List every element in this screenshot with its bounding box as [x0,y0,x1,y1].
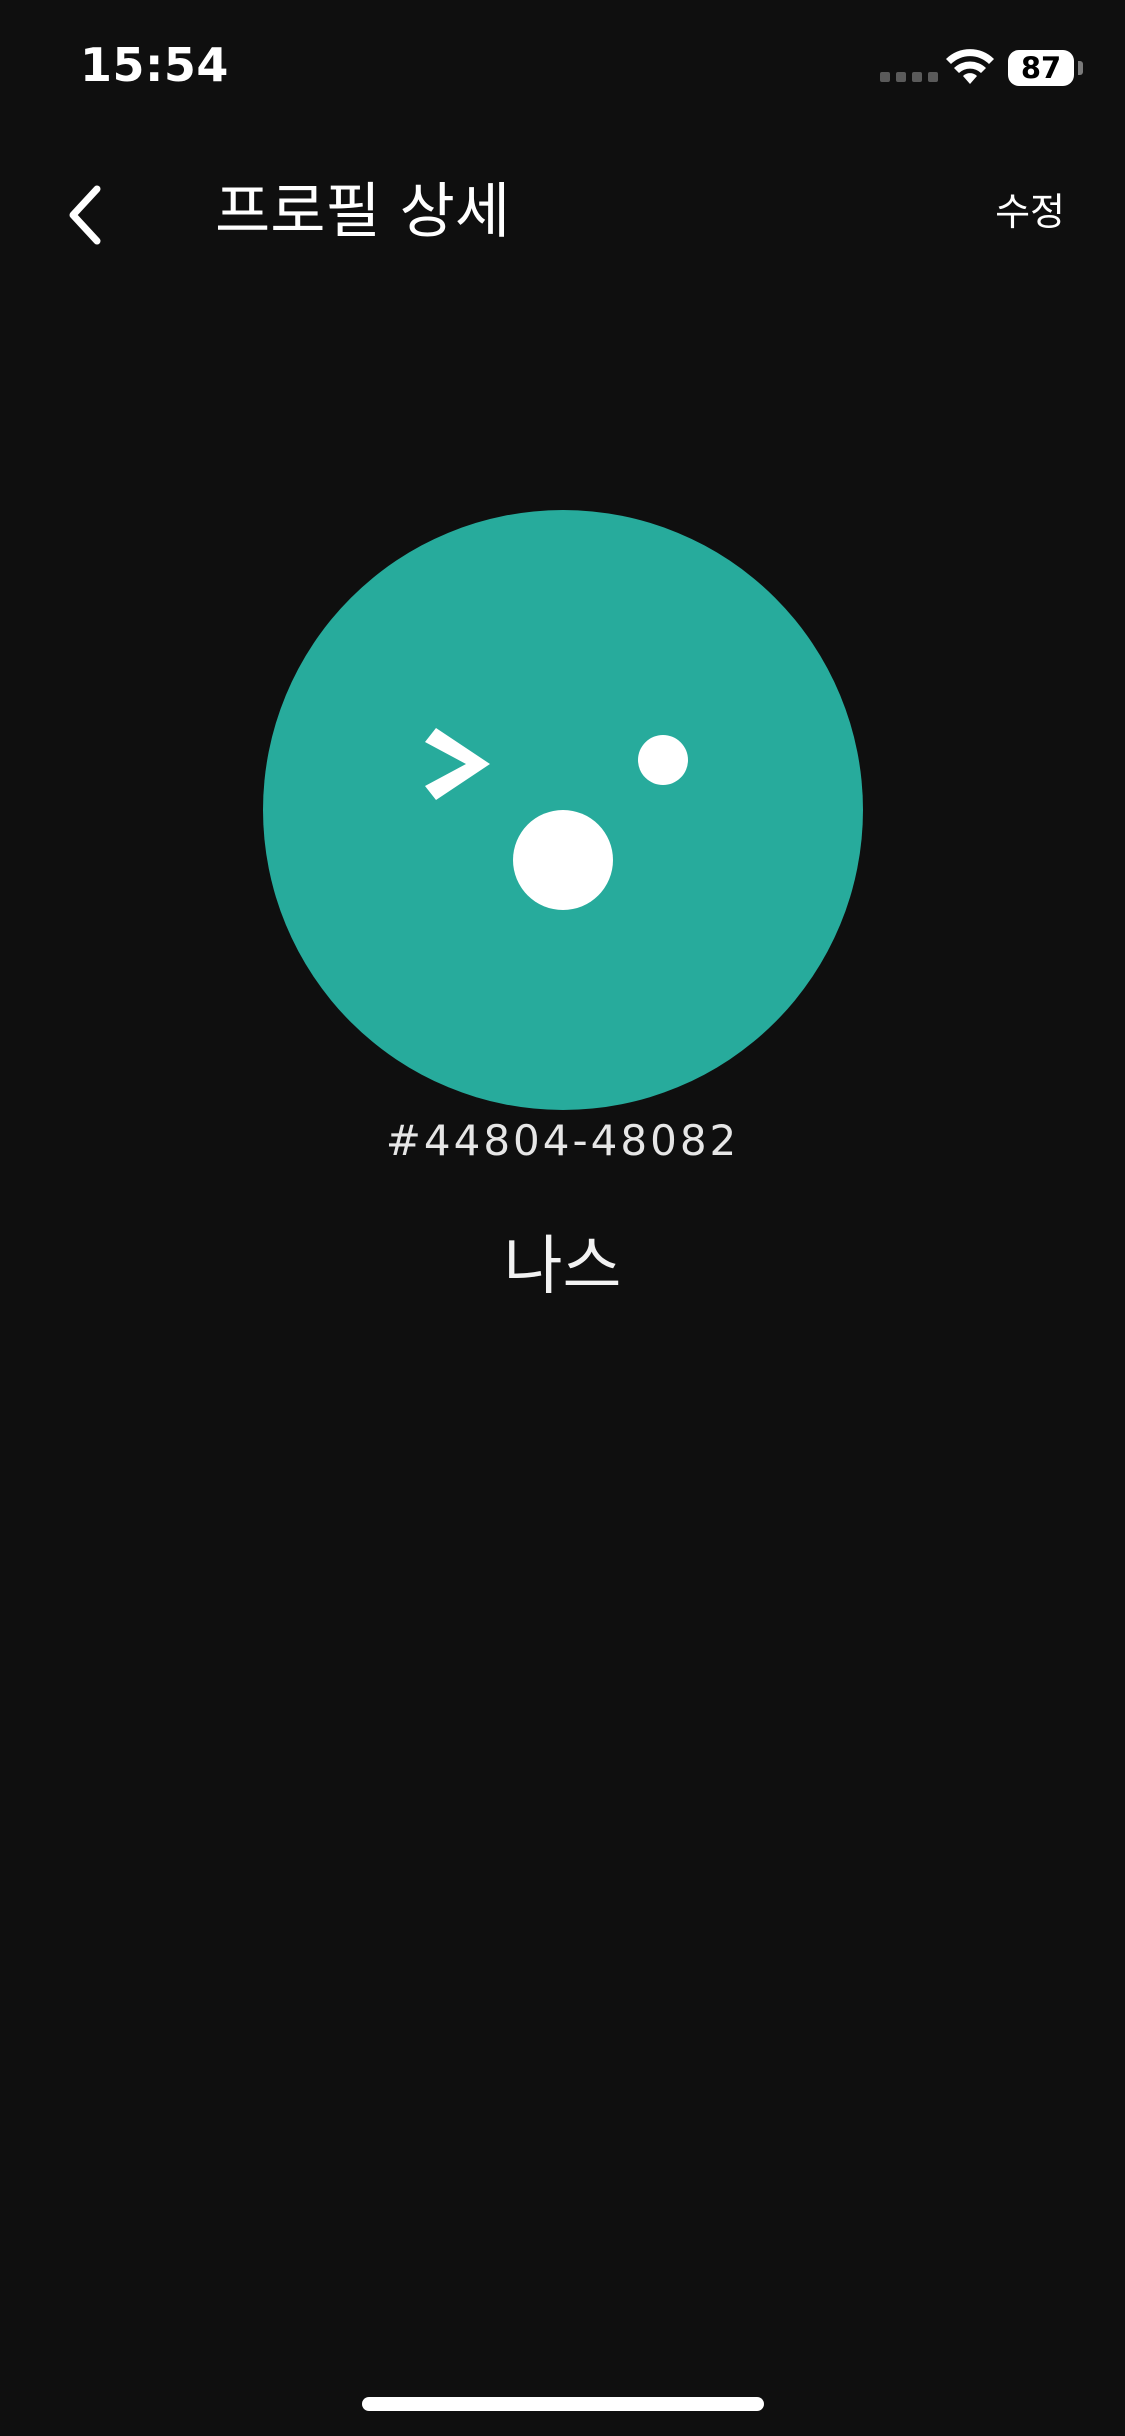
wifi-icon [946,49,994,84]
status-time: 15:54 [80,38,229,92]
battery-cap [1078,61,1083,75]
battery-icon: 87 [1008,50,1074,86]
mouth-icon [513,810,613,910]
status-bar: 15:54 87 [0,0,1125,140]
avatar[interactable] [263,510,863,1110]
profile-tag: #44804-48082 [385,1116,740,1165]
page-title: 프로필 상세 [215,177,511,247]
battery-level: 87 [1020,51,1062,85]
signal-icon [880,72,938,82]
profile-name: 나스 [503,1230,622,1304]
back-button[interactable] [50,170,120,260]
edit-button[interactable]: 수정 [995,182,1065,242]
left-eye-icon [425,728,490,800]
face-avatar-icon [425,728,688,910]
chevron-left-icon [69,185,101,245]
right-eye-icon [638,735,688,785]
home-indicator[interactable] [362,2397,764,2411]
